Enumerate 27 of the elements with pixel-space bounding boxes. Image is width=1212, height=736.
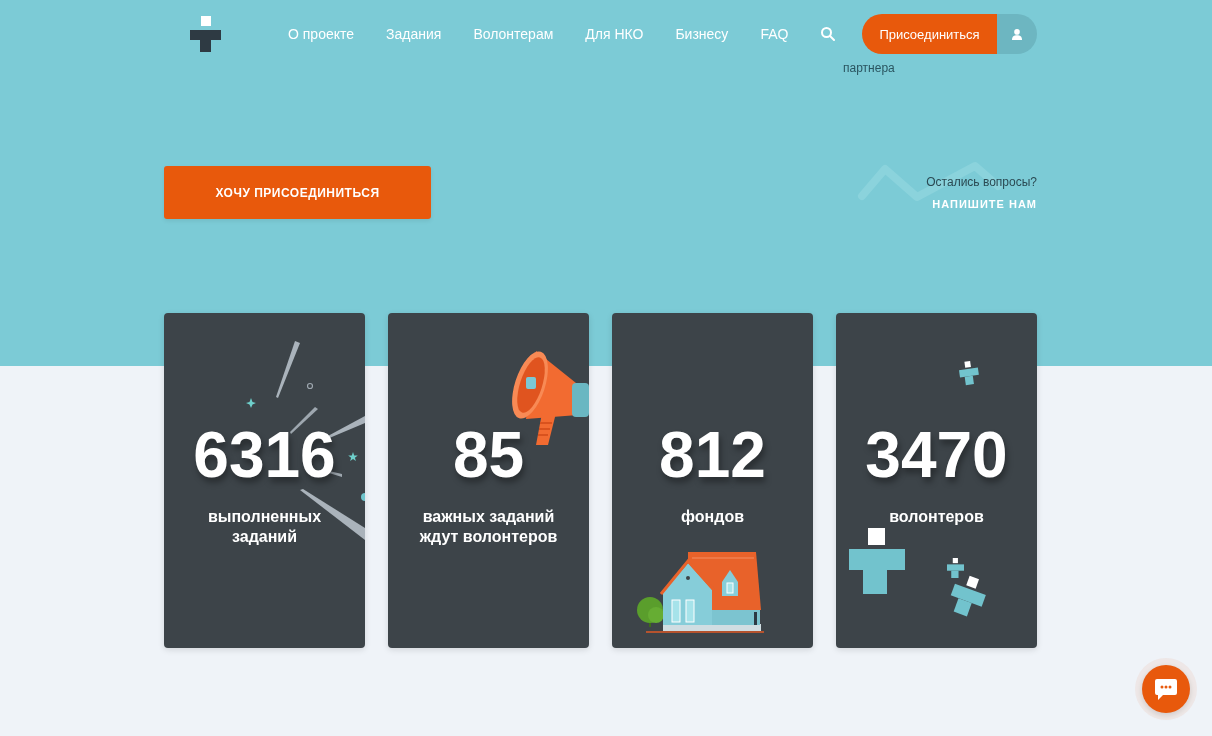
logo-icon[interactable] [190, 16, 221, 52]
stat-label: волонтеров [889, 507, 984, 527]
nav-link[interactable]: Бизнесу [675, 26, 729, 42]
question-text: Остались вопросы? [926, 174, 1037, 189]
chat-icon [1155, 678, 1177, 700]
stat-number: 812 [659, 420, 766, 490]
caption-text: партнера [843, 61, 895, 75]
nav-link[interactable]: Волонтерам [473, 26, 554, 42]
search-icon[interactable] [821, 27, 836, 41]
nav-link[interactable]: FAQ [760, 26, 789, 42]
stat-label: выполненных заданий [206, 507, 323, 547]
profile-button[interactable] [997, 14, 1037, 54]
stat-label: фондов [681, 507, 744, 527]
stat-number: 3470 [865, 420, 1008, 490]
nav-link[interactable]: Задания [386, 26, 442, 42]
join-cta-button[interactable]: ХОЧУ ПРИСОЕДИНИТЬСЯ [164, 166, 431, 219]
user-icon [1012, 28, 1022, 40]
nav-link[interactable]: Для НКО [585, 26, 644, 42]
t-block-icon [849, 528, 905, 594]
stat-number: 6316 [193, 420, 336, 490]
nav-link[interactable]: О проекте [288, 26, 355, 42]
join-button[interactable]: Присоединиться [862, 14, 997, 54]
contact-link[interactable]: НАПИШИТЕ НАМ [932, 196, 1037, 211]
stat-number: 85 [452, 420, 525, 490]
stat-label: важных заданий ждут волонтеров [418, 507, 559, 547]
t-block-icon [958, 360, 980, 386]
chat-button[interactable] [1142, 665, 1190, 713]
